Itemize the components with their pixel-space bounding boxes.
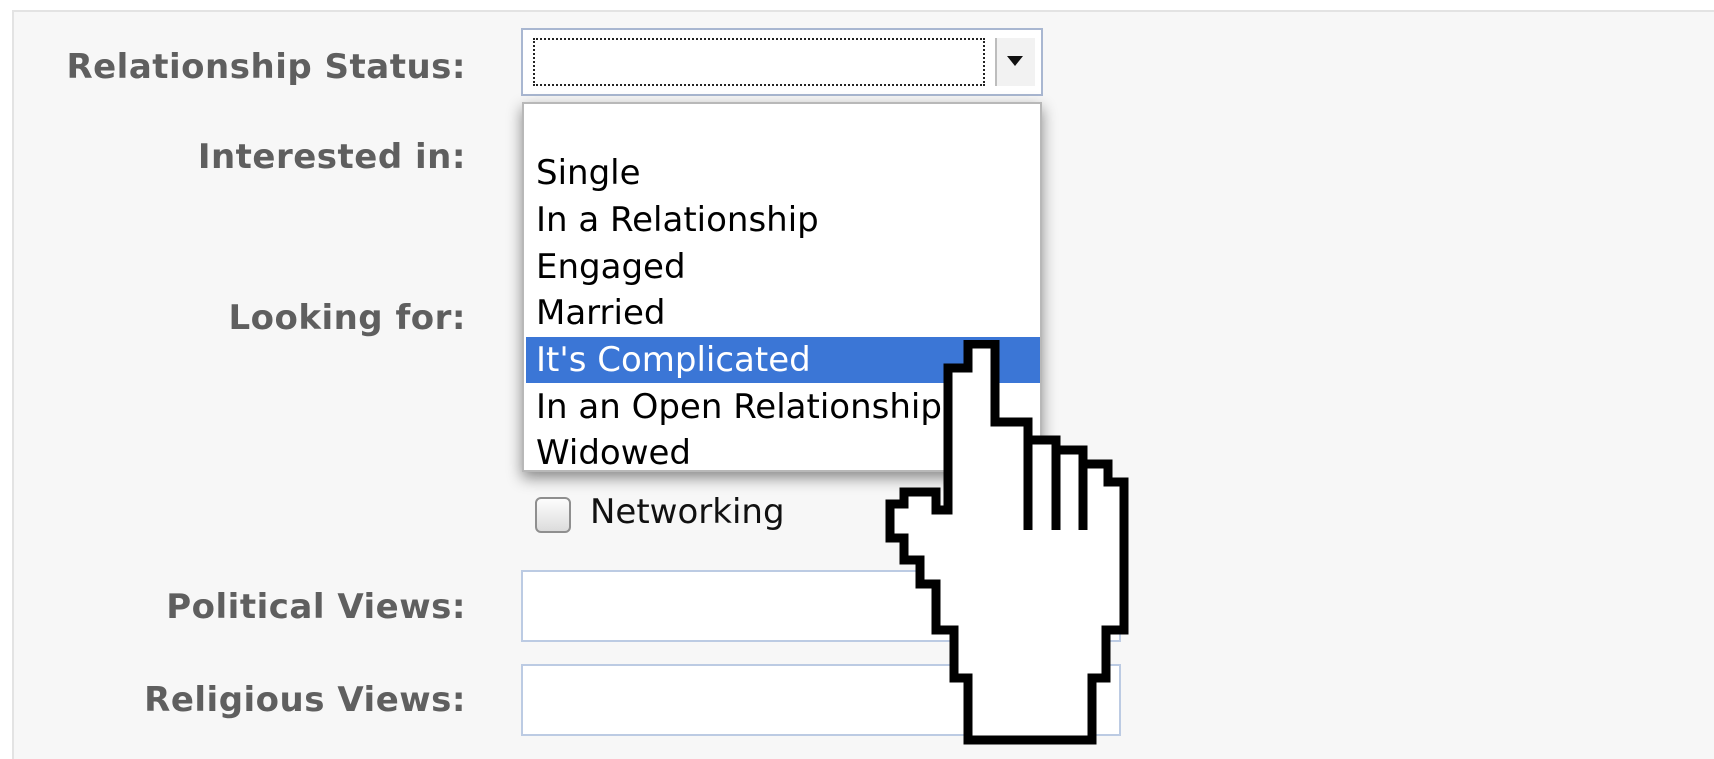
- looking-for-label: Looking for:: [228, 298, 466, 338]
- option-in-a-relationship[interactable]: In a Relationship: [526, 197, 1040, 243]
- select-arrow-button[interactable]: [995, 38, 1035, 86]
- political-views-label: Political Views:: [166, 587, 466, 627]
- religious-views-label: Religious Views:: [144, 680, 466, 720]
- hand-pointer-icon: [885, 340, 1129, 745]
- relationship-status-select[interactable]: [521, 28, 1043, 96]
- networking-checkbox-label[interactable]: Networking: [590, 492, 785, 532]
- option-married[interactable]: Married: [526, 290, 1040, 336]
- select-focus-ring: [533, 38, 985, 86]
- relationship-status-label: Relationship Status:: [66, 47, 466, 87]
- interested-in-label: Interested in:: [197, 137, 466, 177]
- option-blank[interactable]: [526, 104, 1040, 150]
- option-single[interactable]: Single: [526, 150, 1040, 196]
- option-engaged[interactable]: Engaged: [526, 244, 1040, 290]
- chevron-down-icon: [1007, 56, 1023, 66]
- networking-checkbox[interactable]: [535, 497, 571, 533]
